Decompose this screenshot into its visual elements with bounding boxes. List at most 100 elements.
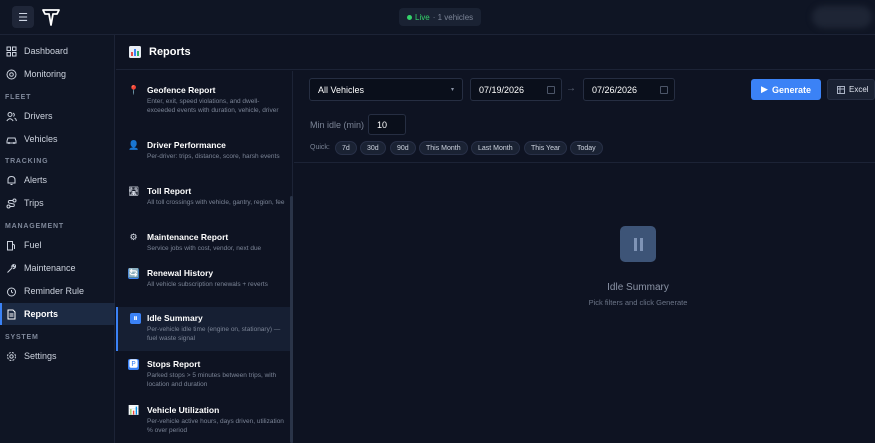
excel-export-button[interactable]: Excel [827, 79, 875, 100]
report-list-scrollbar[interactable] [290, 196, 293, 443]
sidebar-item-label: Monitoring [24, 69, 67, 79]
report-description: Parked stops > 5 minutes between trips, … [147, 372, 277, 388]
report-title: Idle Summary [147, 313, 203, 323]
wrench-icon [7, 263, 17, 273]
sidebar-item-label: Reminder Rule [24, 286, 85, 296]
radar-icon [6, 69, 17, 79]
user-profile-area[interactable] [812, 6, 872, 28]
report-title: Driver Performance [147, 140, 226, 150]
page-title: Reports [149, 46, 191, 58]
sidebar-item-dashboard[interactable]: Dashboard [0, 40, 115, 62]
bar-chart-icon: 📊 [128, 405, 140, 415]
date-from-value: 07/19/2026 [479, 84, 525, 95]
sidebar-item-trips[interactable]: Trips [0, 192, 115, 214]
sidebar: Dashboard Monitoring FLEET Drivers Vehic… [0, 35, 115, 443]
min-idle-input[interactable]: 10 [368, 114, 406, 135]
live-dot-icon [407, 14, 412, 20]
generate-button[interactable]: ▶ Generate [751, 79, 821, 100]
gear-icon [7, 351, 16, 361]
sidebar-item-reports[interactable]: Reports [0, 303, 115, 325]
empty-state-subtitle: Pick filters and click Generate [588, 298, 688, 307]
vehicle-select[interactable]: All Vehicles ▾ [309, 78, 463, 101]
page-header: Reports [116, 35, 875, 70]
report-item-stops[interactable]: 🅿 Stops Report Parked stops > 5 minutes … [116, 353, 291, 397]
report-icon [7, 309, 16, 319]
gear-icon: ⚙ [129, 232, 138, 242]
sidebar-item-label: Fuel [24, 240, 42, 250]
chevron-down-icon: ▾ [450, 87, 454, 93]
users-icon [6, 111, 17, 121]
top-bar: ☰ Live · 1 vehicles [0, 0, 875, 35]
report-description: Per-vehicle idle time (engine on, statio… [147, 326, 281, 342]
report-description: Enter, exit, speed violations, and dwell… [147, 98, 279, 114]
generate-label: Generate [771, 84, 811, 95]
sidebar-item-settings[interactable]: Settings [0, 345, 115, 367]
section-system: SYSTEM [5, 334, 39, 341]
app-logo-icon [42, 9, 60, 26]
hamburger-menu-icon[interactable]: ☰ [12, 6, 34, 28]
date-to-input[interactable]: 07/26/2026 [583, 78, 675, 101]
report-item-toll[interactable]: 🛣 Toll Report All toll crossings with ve… [116, 180, 291, 224]
report-item-idle-summary[interactable]: ⏸ Idle Summary Per-vehicle idle time (en… [116, 307, 291, 351]
sidebar-item-drivers[interactable]: Drivers [0, 105, 115, 127]
sidebar-item-label: Vehicles [24, 134, 58, 144]
quick-chip-today[interactable]: Today [570, 141, 603, 155]
alarm-icon [7, 287, 16, 296]
play-icon: ▶ [761, 84, 768, 94]
sidebar-item-label: Reports [24, 309, 59, 319]
quick-chip-7d[interactable]: 7d [335, 141, 357, 155]
report-description: Per-driver: trips, distance, score, hars… [147, 153, 280, 160]
live-label: Live [415, 12, 430, 22]
quick-chip-this-year[interactable]: This Year [524, 141, 568, 155]
report-item-vehicle-utilization[interactable]: 📊 Vehicle Utilization Per-vehicle active… [116, 399, 291, 443]
sidebar-item-reminder-rule[interactable]: Reminder Rule [0, 280, 115, 302]
sidebar-item-label: Dashboard [24, 46, 69, 56]
route-icon [6, 198, 17, 208]
date-range-arrow: → [566, 83, 576, 94]
date-to-value: 07/26/2026 [592, 84, 638, 95]
fuel-icon [7, 240, 15, 250]
sidebar-item-label: Settings [24, 351, 57, 361]
quick-chip-30d[interactable]: 30d [360, 141, 386, 155]
road-icon: 🛣 [128, 186, 140, 196]
report-description: Service jobs with cost, vendor, next due [147, 245, 262, 252]
min-idle-value: 10 [377, 119, 388, 130]
parking-icon: 🅿 [128, 359, 139, 370]
section-fleet: FLEET [5, 94, 32, 101]
empty-state-title: Idle Summary [607, 282, 669, 293]
spreadsheet-icon [837, 85, 845, 94]
vehicle-select-value: All Vehicles [318, 84, 365, 95]
calendar-icon[interactable] [660, 86, 668, 94]
report-item-driver-performance[interactable]: 👤 Driver Performance Per-driver: trips, … [116, 134, 291, 178]
report-description: All toll crossings with vehicle, gantry,… [147, 199, 285, 206]
report-title: Geofence Report [147, 85, 216, 95]
live-status-pill: Live · 1 vehicles [399, 8, 482, 26]
sidebar-item-maintenance[interactable]: Maintenance [0, 257, 115, 279]
sidebar-item-label: Alerts [24, 175, 48, 185]
sidebar-item-alerts[interactable]: Alerts [0, 169, 115, 191]
report-item-renewal-history[interactable]: 🔄 Renewal History All vehicle subscripti… [116, 262, 291, 306]
report-title: Renewal History [147, 268, 214, 278]
section-management: MANAGEMENT [5, 223, 64, 230]
report-list: 📍 Geofence Report Enter, exit, speed vio… [116, 71, 293, 443]
car-icon [6, 137, 17, 144]
vehicle-count: · 1 vehicles [432, 12, 474, 22]
sidebar-item-label: Trips [24, 198, 44, 208]
quick-chip-90d[interactable]: 90d [390, 141, 416, 155]
sidebar-item-fuel[interactable]: Fuel [0, 234, 115, 256]
calendar-icon[interactable] [547, 86, 555, 94]
filter-panel: All Vehicles ▾ 07/19/2026 → 07/26/2026 ▶… [294, 71, 875, 163]
sidebar-item-vehicles[interactable]: Vehicles [0, 128, 115, 150]
quick-chip-this-month[interactable]: This Month [419, 141, 468, 155]
section-tracking: TRACKING [5, 158, 49, 165]
report-title: Toll Report [147, 186, 192, 196]
sidebar-item-monitoring[interactable]: Monitoring [0, 63, 115, 85]
date-from-input[interactable]: 07/19/2026 [470, 78, 562, 101]
min-idle-label: Min idle (min) [310, 120, 365, 130]
quick-chip-last-month[interactable]: Last Month [471, 141, 520, 155]
pin-icon: 📍 [128, 85, 140, 95]
pause-icon: ⏸ [130, 313, 141, 324]
sidebar-item-label: Maintenance [24, 263, 76, 273]
report-item-geofence[interactable]: 📍 Geofence Report Enter, exit, speed vio… [116, 79, 291, 123]
report-title: Stops Report [147, 359, 201, 369]
